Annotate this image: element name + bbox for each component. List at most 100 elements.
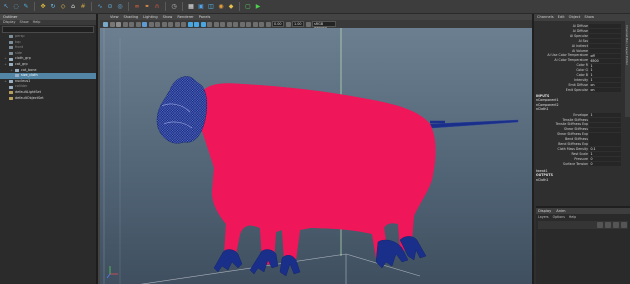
new-layer-icon[interactable] — [613, 222, 619, 228]
xray-icon[interactable] — [252, 21, 258, 27]
expand-icon[interactable]: + — [4, 62, 7, 68]
layer-menu-options[interactable]: Options — [553, 214, 565, 220]
expand-icon[interactable]: + — [4, 79, 7, 85]
outliner-menu-help[interactable]: Help — [33, 20, 41, 25]
attribute-value-field[interactable] — [589, 132, 621, 137]
isolate-select-icon[interactable] — [246, 21, 251, 27]
xray-components-icon[interactable] — [265, 21, 271, 27]
attribute-row[interactable]: Surface Tension 0 — [534, 162, 626, 167]
attribute-value-field[interactable]: off — [589, 53, 621, 58]
attribute-value-field[interactable] — [589, 142, 621, 147]
link-icon[interactable]: ∞ — [133, 3, 141, 11]
snap-surface-icon[interactable]: ◎ — [116, 3, 124, 11]
select-arrow-icon[interactable]: ↖ — [2, 3, 10, 11]
safe-title-icon[interactable] — [181, 21, 186, 27]
paint-select-icon[interactable]: ✎ — [22, 3, 30, 11]
play-icon[interactable]: ▶ — [254, 3, 262, 11]
outliner-menu-display[interactable]: Display — [3, 20, 16, 25]
camera-select-icon[interactable] — [103, 21, 108, 27]
film-gate-icon[interactable] — [148, 21, 154, 27]
lights-icon[interactable] — [213, 21, 219, 27]
attribute-value-field[interactable] — [589, 39, 621, 44]
rotate-icon[interactable]: ↻ — [49, 3, 57, 11]
layer-menu-layers[interactable]: Layers — [538, 214, 549, 220]
move-layer-down-icon[interactable] — [605, 222, 611, 228]
shadows-icon[interactable] — [220, 21, 225, 27]
gamma-field[interactable]: 1.00 — [292, 21, 304, 27]
field-chart-icon[interactable] — [168, 21, 173, 27]
attribute-value-field[interactable] — [589, 48, 621, 53]
ipr-stop-icon[interactable]: ▢ — [244, 3, 252, 11]
attribute-row[interactable]: Emit Specular on — [534, 88, 626, 93]
safe-action-icon[interactable] — [174, 21, 180, 27]
view-transform-dropdown[interactable]: sRGB gamma — [312, 21, 336, 30]
attribute-value-field[interactable]: 0 — [589, 157, 621, 162]
image-plane-icon[interactable] — [122, 21, 128, 27]
gamma-icon[interactable] — [285, 21, 291, 27]
grid-icon[interactable] — [142, 21, 147, 27]
output-node-label[interactable]: nCloth1 — [536, 178, 548, 183]
channel-box-menu-object[interactable]: Object — [569, 14, 581, 21]
anti-alias-icon[interactable] — [239, 21, 245, 27]
outliner-menu-show[interactable]: Show — [20, 20, 29, 25]
attribute-value-field[interactable]: 1 — [589, 73, 621, 78]
attribute-value-field[interactable] — [589, 122, 621, 127]
render-clapper-icon[interactable]: ▦ — [187, 3, 195, 11]
attribute-value-field[interactable]: on — [589, 83, 621, 88]
channel-box-menu-edit[interactable]: Edit — [558, 14, 565, 21]
attribute-value-field[interactable]: on — [589, 88, 621, 93]
unlink-icon[interactable]: ⚭ — [143, 3, 151, 11]
head-rig[interactable] — [156, 76, 207, 144]
expand-icon[interactable]: + — [10, 68, 13, 74]
outliner-item[interactable]: defaultObjectSet — [0, 96, 96, 102]
wireframe-icon[interactable] — [187, 21, 193, 27]
xray-joints-icon[interactable] — [259, 21, 264, 27]
grease-pencil-icon[interactable] — [135, 21, 141, 27]
exposure-field[interactable]: 0.00 — [272, 21, 284, 27]
channel-box-menu-show[interactable]: Show — [584, 14, 594, 21]
attribute-value-field[interactable]: 1 — [589, 78, 621, 83]
color-management-icon[interactable] — [305, 21, 311, 27]
attribute-value-field[interactable] — [589, 127, 621, 132]
smooth-shade-icon[interactable] — [194, 21, 199, 27]
move-layer-up-icon[interactable] — [597, 222, 603, 228]
move-icon[interactable]: ✥ — [39, 3, 47, 11]
input-node-label[interactable]: nCloth1 — [536, 107, 548, 112]
magnet-icon[interactable]: ∩ — [153, 3, 161, 11]
attribute-value-field[interactable] — [589, 137, 621, 142]
attribute-value-field[interactable] — [589, 24, 621, 29]
arnold-icon[interactable]: ◆ — [227, 3, 235, 11]
textured-icon[interactable] — [207, 21, 212, 27]
layer-menu-help[interactable]: Help — [569, 214, 576, 220]
attribute-value-field[interactable] — [589, 117, 621, 122]
attribute-value-field[interactable]: 1 — [589, 112, 621, 118]
channel-box-menu-channels[interactable]: Channels — [537, 14, 554, 21]
attribute-value-field[interactable] — [589, 29, 621, 34]
attribute-value-field[interactable]: 0 — [589, 161, 621, 167]
scale-icon[interactable]: ◇ — [59, 3, 67, 11]
feet-rig[interactable] — [213, 236, 427, 277]
resolution-gate-icon[interactable] — [155, 21, 160, 27]
2d-pan-zoom-icon[interactable] — [129, 21, 134, 27]
attribute-value-field[interactable]: 6500 — [589, 58, 621, 63]
gate-mask-icon[interactable] — [161, 21, 167, 27]
motion-blur-icon[interactable] — [233, 21, 238, 27]
attribute-value-field[interactable]: 1 — [589, 152, 621, 157]
hypershade-icon[interactable]: ◉ — [217, 3, 225, 11]
bookmark-icon[interactable] — [116, 21, 121, 27]
attribute-value-field[interactable] — [589, 43, 621, 49]
new-layer-from-selection-icon[interactable] — [621, 222, 627, 228]
render-icon[interactable]: ▣ — [197, 3, 205, 11]
outliner-search-input[interactable] — [2, 26, 94, 33]
attribute-value-field[interactable]: 1 — [589, 63, 621, 68]
attribute-value-field[interactable]: 1 — [589, 68, 621, 73]
attribute-value-field[interactable] — [589, 34, 621, 39]
camera-attributes-icon[interactable] — [109, 21, 115, 27]
snap-curve-icon[interactable]: ∿ — [96, 3, 104, 11]
lasso-icon[interactable]: ◌ — [12, 3, 20, 11]
snap-grid-icon[interactable]: # — [79, 3, 87, 11]
viewport-canvas[interactable] — [100, 28, 532, 284]
ipr-render-icon[interactable]: ◫ — [207, 3, 215, 11]
snap-point-icon[interactable]: ⊙ — [106, 3, 114, 11]
attribute-value-field[interactable]: 0.1 — [589, 147, 621, 152]
